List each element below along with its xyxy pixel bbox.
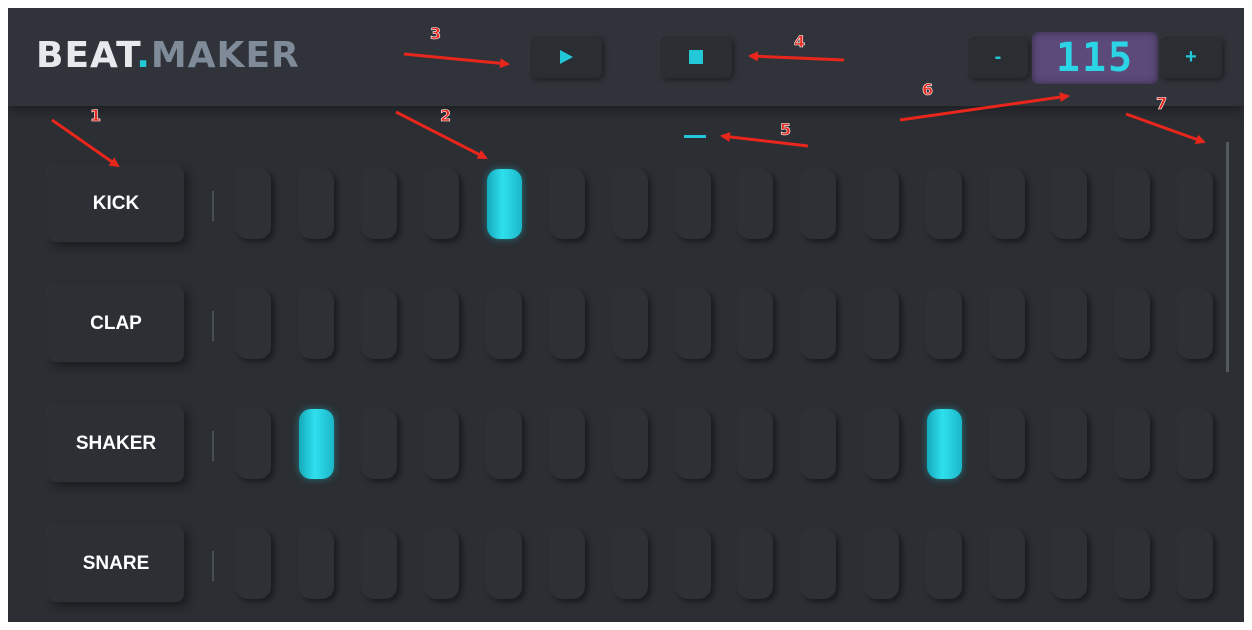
arrow-4	[748, 51, 845, 62]
annotation-label-7: 7	[1156, 94, 1168, 114]
arrow-5	[720, 131, 809, 148]
annotation-label-5: 5	[780, 120, 792, 140]
annotation-label-1: 1	[90, 106, 102, 126]
arrow-7	[1125, 112, 1206, 145]
annotation-label-2: 2	[440, 106, 452, 126]
annotation-arrows	[51, 51, 1206, 168]
arrow-6	[899, 92, 1070, 122]
arrow-1	[51, 118, 120, 168]
beat-maker-app: BEAT.MAKER - 115 + KICK CLAP SHAKER SNARE 1…	[8, 8, 1244, 622]
annotation-label-3: 3	[430, 24, 442, 44]
annotation-label-6: 6	[922, 80, 934, 100]
annotation-label-4: 4	[794, 32, 806, 52]
arrow-3	[403, 52, 510, 69]
